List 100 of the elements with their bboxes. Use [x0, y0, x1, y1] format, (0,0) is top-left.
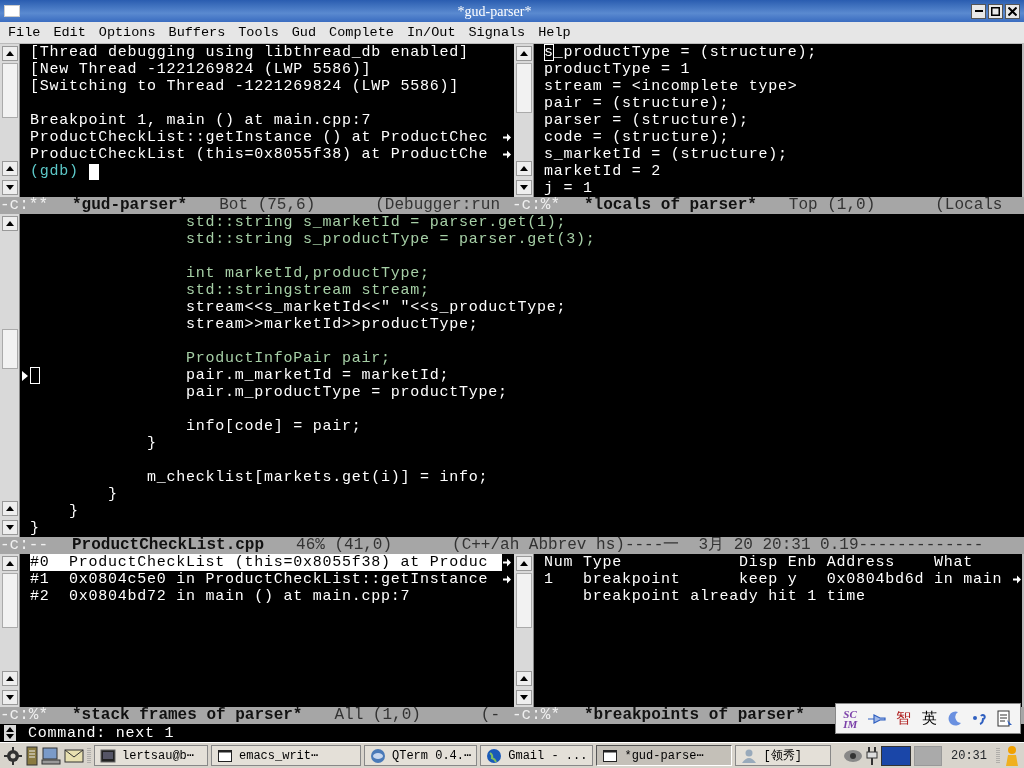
minimize-icon: [974, 10, 983, 12]
notebook-icon[interactable]: [26, 745, 38, 766]
taskbar-button[interactable]: lertsau@b⋯: [94, 745, 208, 766]
scrollbar-thumb[interactable]: [2, 573, 18, 628]
close-button[interactable]: [1005, 3, 1020, 19]
grip-icon: [996, 745, 1000, 766]
gdb-prompt: (gdb): [30, 163, 79, 180]
scroll-down-icon[interactable]: [6, 525, 14, 530]
scroll-down-icon[interactable]: [6, 695, 14, 700]
clock: 20:31: [951, 747, 987, 765]
stack-frame-row[interactable]: #2 0x0804bd72 in main () at main.cpp:7: [30, 588, 502, 605]
code-line: pair.m_marketId = marketId;: [30, 367, 1014, 384]
scroll-up-icon[interactable]: [6, 676, 14, 681]
window-icon: [217, 747, 233, 764]
menu-item[interactable]: File: [8, 23, 41, 42]
buffer-name: *breakpoints of parser*: [584, 707, 805, 724]
output-line: Breakpoint 1, main () at main.cpp:7: [30, 112, 373, 129]
moon-icon[interactable]: [947, 710, 962, 727]
window-title: *gud-parser*: [457, 3, 532, 19]
scrollbar-thumb[interactable]: [516, 63, 532, 113]
globe-icon: [486, 747, 503, 764]
scrollbar-thumb[interactable]: [2, 329, 18, 369]
plug-icon[interactable]: [866, 745, 878, 766]
modeline-flags: -c:%*: [512, 707, 561, 724]
code-line: std::stringstream stream;: [185, 282, 431, 299]
variable-line: pair = (structure);: [544, 95, 731, 112]
scroll-down-icon[interactable]: [6, 185, 14, 190]
taskbar-button[interactable]: Gmail - ...: [480, 745, 594, 766]
variable-line: code = (structure);: [544, 129, 731, 146]
stack-frame-row[interactable]: #0 ProductCheckList (this=0x8055f38) at Produc: [30, 554, 502, 571]
menu-item[interactable]: Tools: [238, 23, 279, 42]
buffer-position: Bot (75,6): [219, 197, 316, 214]
close-icon: [1008, 6, 1017, 16]
menu-item[interactable]: Edit: [53, 23, 86, 42]
maximize-button[interactable]: [988, 3, 1003, 19]
menu-item[interactable]: Gud: [291, 23, 317, 42]
taskbar-button[interactable]: *gud-parse⋯: [596, 745, 733, 766]
eye-icon[interactable]: [843, 748, 863, 763]
taskbar-button[interactable]: [领秀]: [735, 745, 832, 766]
gear-icon[interactable]: [3, 745, 23, 766]
scroll-up-icon[interactable]: [520, 676, 528, 681]
scrollbar-thumb[interactable]: [516, 573, 532, 628]
workspace-icon[interactable]: [881, 745, 911, 766]
scrollbar[interactable]: [0, 554, 20, 707]
buffer-position: All (1,0): [334, 707, 421, 724]
scroll-up-icon[interactable]: [520, 51, 528, 56]
code-line: std::string s_productType = parser.get(3);: [185, 231, 597, 248]
scroll-down-icon[interactable]: [520, 185, 528, 190]
ime-logo[interactable]: SC IM: [843, 708, 858, 729]
menu-item[interactable]: Buffers: [168, 23, 226, 42]
taskbar-button[interactable]: emacs_writ⋯: [211, 745, 361, 766]
input-mode-toggle[interactable]: 智: [896, 707, 912, 730]
output-line: ProductCheckList::getInstance () at ProductChec: [30, 129, 490, 146]
person-icon: [741, 747, 758, 764]
taskbar-button[interactable]: QTerm 0.4.⋯: [364, 745, 478, 766]
text-cursor: [88, 163, 99, 180]
modeline-flags: -c:%*: [0, 707, 49, 724]
scroll-up-icon[interactable]: [6, 221, 14, 226]
computer-icon[interactable]: [41, 745, 61, 766]
scrollbar[interactable]: [0, 214, 20, 537]
menu-item[interactable]: Options: [98, 23, 156, 42]
scrollbar[interactable]: [514, 44, 534, 197]
buffer-name: ProductCheckList.cpp: [72, 537, 265, 554]
keyboard-icon[interactable]: [996, 709, 1013, 728]
code-line: info[code] = pair;: [185, 418, 363, 435]
buffer-position: 46% (41,0): [296, 537, 393, 554]
scroll-up-icon[interactable]: [6, 51, 14, 56]
menu-item[interactable]: Signals: [468, 23, 526, 42]
minibuffer-text: Command: next 1: [28, 724, 175, 742]
mode-info: (Debugger:run: [375, 197, 501, 214]
code-line: m_checklist[markets.get(i)] = info;: [146, 469, 490, 486]
scroll-down-icon[interactable]: [520, 695, 528, 700]
modeline-flags: -c:**: [0, 197, 49, 214]
minimize-button[interactable]: [971, 3, 986, 19]
scroll-up-icon[interactable]: [520, 166, 528, 171]
buffer-position: Top (1,0): [788, 197, 876, 214]
language-toggle[interactable]: 英: [922, 707, 938, 730]
scroll-up-icon[interactable]: [6, 166, 14, 171]
scrollbar-thumb[interactable]: [2, 63, 18, 118]
menu-item[interactable]: Complete: [329, 23, 394, 42]
scroll-up-icon[interactable]: [6, 506, 14, 511]
stack-frame-row[interactable]: #1 0x0804c5e0 in ProductCheckList::getInstance: [30, 571, 502, 588]
scroll-up-icon[interactable]: [6, 561, 14, 566]
punctuation-icon[interactable]: [972, 712, 987, 725]
code-line: }: [146, 435, 158, 452]
pin-icon[interactable]: [867, 712, 886, 725]
code-line: stream<<s_marketId<<" "<<s_productType;: [185, 299, 568, 316]
menu-item[interactable]: Help: [538, 23, 571, 42]
variable-line: productType = 1: [544, 61, 692, 78]
buffer-name: *gud-parser*: [72, 197, 188, 214]
scrollbar[interactable]: [514, 554, 534, 707]
variable-line: j = 1: [544, 180, 594, 197]
output-line: [Switching to Thread -1221269824 (LWP 5586)]: [30, 78, 461, 95]
variable-line: stream = <incomplete type>: [544, 78, 799, 95]
scrollbar[interactable]: [0, 44, 20, 197]
scroll-arrows-icon[interactable]: [6, 727, 14, 739]
variable-line: parser = (structure);: [544, 112, 750, 129]
scroll-up-icon[interactable]: [520, 561, 528, 566]
menu-item[interactable]: In/Out: [406, 23, 456, 42]
envelope-icon[interactable]: [64, 747, 84, 764]
